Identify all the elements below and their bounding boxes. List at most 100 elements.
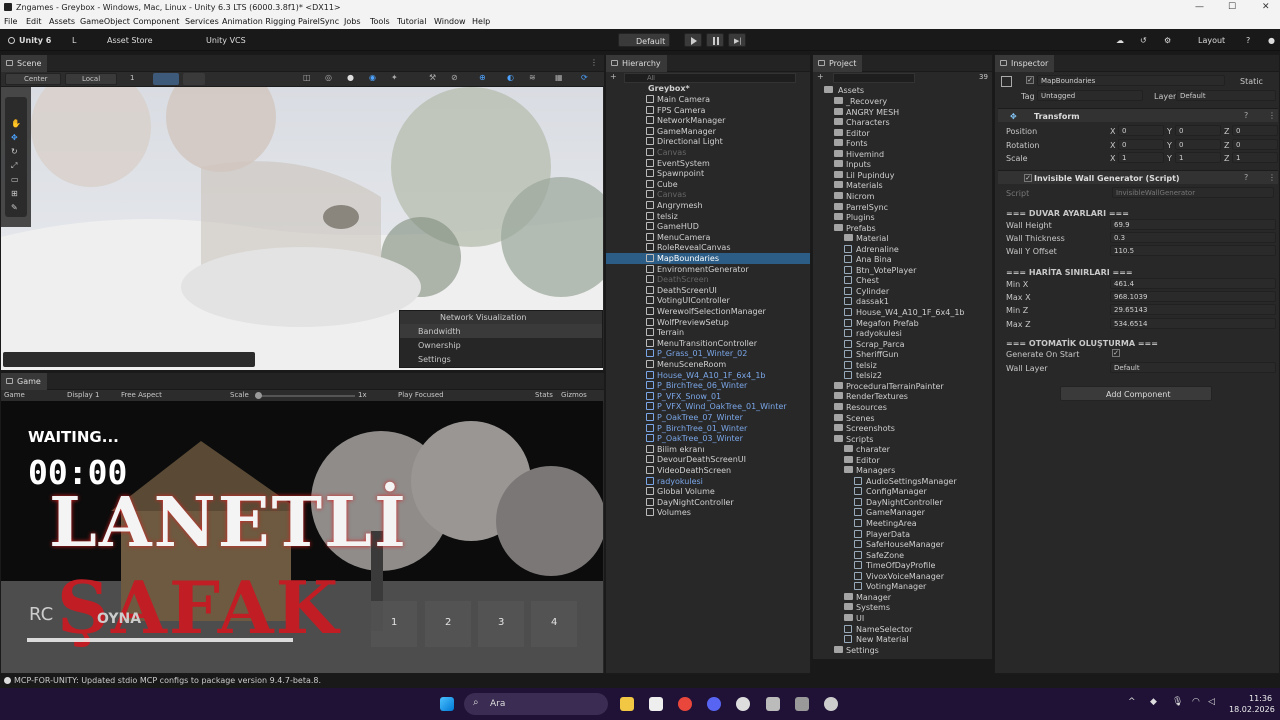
camera-icon[interactable]: ⊘: [451, 73, 458, 82]
custom-tool-icon[interactable]: ✎: [11, 203, 18, 212]
max-z-field[interactable]: 534.6514: [1110, 318, 1276, 329]
menu-jobs[interactable]: Jobs: [344, 17, 361, 26]
clock-date[interactable]: 18.02.2026: [1229, 705, 1275, 714]
transform-tool-icon[interactable]: ⊞: [11, 189, 18, 198]
hierarchy-item[interactable]: P_BirchTree_01_Winter: [606, 423, 810, 434]
layout-dropdown[interactable]: Layout: [1198, 36, 1225, 45]
menu-edit[interactable]: Edit: [26, 17, 42, 26]
script-header[interactable]: ✓ Invisible Wall Generator (Script) ? ⋮: [998, 170, 1278, 184]
hierarchy-item[interactable]: Angrymesh: [606, 200, 810, 211]
hierarchy-item[interactable]: House_W4_A10_1F_6x4_1b: [606, 370, 810, 381]
game-mode-dropdown[interactable]: Game: [4, 391, 25, 399]
wall-layer-field[interactable]: Default: [1110, 362, 1276, 373]
menu-window[interactable]: Window: [434, 17, 466, 26]
hierarchy-item[interactable]: EventSystem: [606, 158, 810, 169]
project-add-icon[interactable]: +: [817, 72, 824, 81]
hierarchy-item[interactable]: MenuSceneRoom: [606, 359, 810, 370]
space-dropdown[interactable]: Local: [65, 73, 117, 85]
bandwidth-item[interactable]: Bandwidth: [400, 324, 602, 338]
wall-height-field[interactable]: 69.9: [1110, 219, 1276, 230]
hierarchy-item[interactable]: RoleRevealCanvas: [606, 242, 810, 253]
settings-item[interactable]: Settings: [400, 352, 602, 366]
hierarchy-item[interactable]: Directional Light: [606, 136, 810, 147]
transform-scale-z-field[interactable]: 1: [1232, 152, 1278, 163]
hierarchy-item[interactable]: Canvas: [606, 189, 810, 200]
windows-start-icon[interactable]: [440, 697, 454, 711]
aspect-dropdown[interactable]: Free Aspect: [121, 391, 162, 399]
hierarchy-item[interactable]: NetworkManager: [606, 115, 810, 126]
menu-tools[interactable]: Tools: [370, 17, 390, 26]
help-icon[interactable]: ?: [1244, 111, 1248, 120]
effects-icon[interactable]: ✦: [391, 73, 398, 82]
tray-chevron-icon[interactable]: ^: [1128, 697, 1136, 707]
discord-icon[interactable]: [707, 697, 721, 711]
hotbar-slot-3[interactable]: 3: [478, 601, 524, 647]
draw-mode-icon[interactable]: ◫: [303, 73, 311, 82]
grid-toggle-icon[interactable]: [153, 73, 179, 85]
max-x-field[interactable]: 968.1039: [1110, 291, 1276, 302]
hierarchy-item[interactable]: WerewolfSelectionManager: [606, 306, 810, 317]
min-x-field[interactable]: 461.4: [1110, 278, 1276, 289]
snap-toggle-icon[interactable]: [183, 73, 205, 85]
panel-menu-icon[interactable]: ⋮: [590, 58, 598, 67]
render-mode-icon[interactable]: ◎: [325, 73, 332, 82]
scale-slider[interactable]: [255, 392, 355, 399]
scene-view-options[interactable]: ◫ ◎ ● ◉ ✦ ⚒ ⊘ ⊕ ◐ ≋ ▦ ⟳: [301, 73, 601, 85]
orientation-icon[interactable]: ⟳: [581, 73, 588, 82]
hierarchy-item[interactable]: EnvironmentGenerator: [606, 264, 810, 275]
pause-button[interactable]: [706, 33, 724, 47]
hierarchy-item[interactable]: Bilim ekranı: [606, 444, 810, 455]
hierarchy-item[interactable]: P_VFX_Wind_OakTree_01_Winter: [606, 401, 810, 412]
tab-hierarchy[interactable]: Hierarchy: [606, 55, 667, 72]
taskbar-search[interactable]: ⌕ Ara: [464, 693, 608, 715]
move-tool-icon[interactable]: ✥: [11, 133, 18, 142]
gizmos-dropdown[interactable]: Gizmos: [561, 391, 587, 399]
project-search-input[interactable]: [833, 73, 915, 83]
maximize-icon[interactable]: ☐: [1228, 2, 1236, 12]
menu-file[interactable]: File: [4, 17, 17, 26]
hierarchy-item[interactable]: Terrain: [606, 327, 810, 338]
hierarchy-search-input[interactable]: [624, 73, 796, 83]
transform-scale-x-field[interactable]: 1: [1118, 152, 1164, 163]
scale-tool-icon[interactable]: ⤢: [11, 161, 17, 171]
layers-icon[interactable]: ≋: [529, 73, 536, 82]
minimize-icon[interactable]: —: [1195, 2, 1204, 12]
hierarchy-item[interactable]: Volumes: [606, 507, 810, 518]
object-name-field[interactable]: MapBoundaries: [1037, 75, 1225, 86]
vcs-button[interactable]: Unity VCS: [206, 36, 246, 45]
file-explorer-icon[interactable]: [620, 697, 634, 711]
lighting-icon[interactable]: ◉: [369, 73, 376, 82]
gizmo-icon[interactable]: ⊕: [479, 73, 486, 82]
hierarchy-root[interactable]: Greybox*: [606, 83, 810, 94]
settings-icon[interactable]: ⚙: [1164, 36, 1171, 45]
store-icon[interactable]: [649, 697, 663, 711]
rotate-tool-icon[interactable]: ↻: [11, 147, 18, 156]
hierarchy-item[interactable]: GameManager: [606, 126, 810, 137]
hierarchy-item[interactable]: Global Volume: [606, 486, 810, 497]
hotbar-slot-4[interactable]: 4: [531, 601, 577, 647]
transform-rotation-z-field[interactable]: 0: [1232, 138, 1278, 150]
transform-scale-y-field[interactable]: 1: [1175, 152, 1221, 163]
tab-scene[interactable]: Scene: [1, 55, 48, 72]
hierarchy-item[interactable]: MapBoundaries: [606, 253, 810, 264]
transform-position-y-field[interactable]: 0: [1175, 125, 1221, 136]
play-button[interactable]: [684, 33, 702, 47]
menu-animation-rigging[interactable]: Animation Rigging: [222, 17, 296, 26]
wifi-icon[interactable]: ◠: [1192, 697, 1200, 707]
chrome-icon[interactable]: [678, 697, 692, 711]
shaded-icon[interactable]: ●: [347, 73, 354, 82]
clock-time[interactable]: 11:36: [1249, 694, 1272, 703]
game-viewport[interactable]: WAITING... 00:00 LANETLİ ŞAFAK RC OYNA 1…: [1, 401, 603, 673]
scene-viewport[interactable]: ✋ ✥ ↻ ⤢ ▭ ⊞ ✎ Network Visualization Band…: [1, 87, 603, 370]
hierarchy-item[interactable]: VotingUIController: [606, 295, 810, 306]
script-help-icon[interactable]: ?: [1244, 173, 1248, 182]
github-icon[interactable]: [736, 697, 750, 711]
rect-tool-icon[interactable]: ▭: [11, 175, 19, 184]
hierarchy-item[interactable]: P_OakTree_07_Winter: [606, 412, 810, 423]
pivot-dropdown[interactable]: Center: [5, 73, 61, 85]
step-button[interactable]: ▶|: [728, 33, 746, 47]
hierarchy-item[interactable]: Main Camera: [606, 94, 810, 105]
display-dropdown[interactable]: Display 1: [67, 391, 99, 399]
script-menu-icon[interactable]: ⋮: [1268, 173, 1276, 182]
active-checkbox[interactable]: ✓: [1026, 76, 1034, 84]
